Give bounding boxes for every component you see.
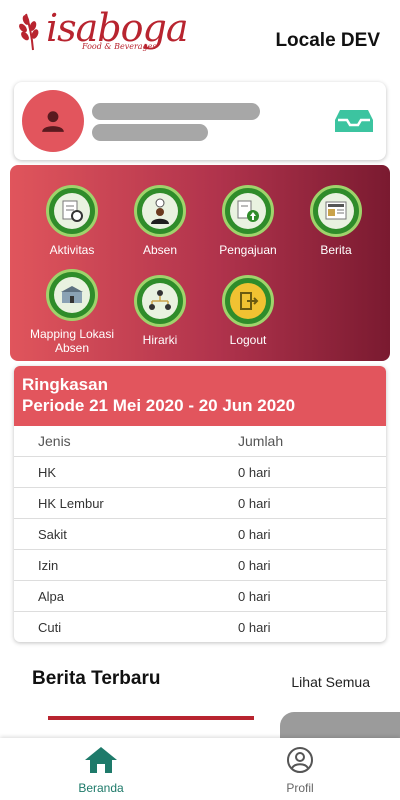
row-amount: 0 hari	[238, 620, 271, 635]
row-type: Sakit	[38, 526, 67, 542]
table-header: Jenis Jumlah	[14, 426, 386, 457]
app-title: Locale DEV	[275, 30, 380, 51]
summary-header: Ringkasan Periode 21 Mei 2020 - 20 Jun 2…	[14, 366, 386, 426]
menu-panel: Aktivitas Absen Pengajuan Berita Mapping…	[10, 165, 390, 361]
nav-label-beranda: Beranda	[78, 781, 124, 795]
menu-label: Mapping Lokasi Absen	[29, 327, 115, 355]
menu-item-absen[interactable]: Absen	[116, 185, 204, 257]
row-type: Cuti	[38, 620, 62, 635]
row-type: Alpa	[38, 588, 65, 604]
row-type: Izin	[38, 557, 59, 573]
wheat-icon	[19, 13, 39, 51]
table-row: Cuti 0 hari	[14, 612, 386, 642]
row-amount: 0 hari	[238, 526, 271, 542]
news-card-banner	[48, 716, 254, 720]
person-clock-icon	[142, 193, 178, 229]
clipboard-timer-icon	[54, 193, 90, 229]
user-icon	[42, 111, 64, 132]
row-amount: 0 hari	[238, 464, 271, 480]
logo-subtitle: Food & Beverages	[82, 42, 157, 51]
table-row: Sakit 0 hari	[14, 519, 386, 550]
row-amount: 0 hari	[238, 588, 271, 604]
menu-item-hirarki[interactable]: Hirarki	[116, 275, 204, 347]
summary-card: Ringkasan Periode 21 Mei 2020 - 20 Jun 2…	[14, 366, 386, 642]
menu-label: Berita	[320, 243, 352, 257]
document-upload-icon	[230, 193, 266, 229]
building-map-icon	[54, 277, 90, 313]
menu-item-logout[interactable]: Logout	[204, 275, 292, 347]
column-header-jumlah: Jumlah	[238, 433, 284, 449]
column-header-jenis: Jenis	[38, 433, 71, 449]
summary-title: Ringkasan	[22, 375, 108, 394]
inbox-icon[interactable]	[334, 108, 374, 134]
row-type: HK Lembur	[38, 495, 104, 511]
home-icon	[85, 747, 117, 773]
menu-label: Aktivitas	[49, 243, 95, 257]
table-row: HK Lembur 0 hari	[14, 488, 386, 519]
avatar[interactable]	[22, 90, 84, 152]
table-row: Izin 0 hari	[14, 550, 386, 581]
nav-profil[interactable]: Profil	[245, 746, 355, 795]
app-header: isaboga Food & Beverages Locale DEV	[0, 0, 400, 78]
summary-period: Periode 21 Mei 2020 - 20 Jun 2020	[22, 396, 296, 415]
menu-label: Logout	[229, 333, 267, 347]
logout-icon	[230, 283, 266, 319]
user-name-placeholder	[92, 103, 260, 120]
menu-item-aktivitas[interactable]: Aktivitas	[28, 185, 116, 257]
menu-item-mapping-lokasi-absen[interactable]: Mapping Lokasi Absen	[28, 269, 116, 355]
profile-card[interactable]	[14, 82, 386, 160]
user-role-placeholder	[92, 124, 208, 141]
table-row: Alpa 0 hari	[14, 581, 386, 612]
bottom-navigation: Beranda Profil	[0, 738, 400, 800]
menu-item-berita[interactable]: Berita	[292, 185, 380, 257]
brand-logo: isaboga Food & Beverages	[16, 6, 188, 58]
nav-label-profil: Profil	[286, 781, 314, 795]
menu-item-pengajuan[interactable]: Pengajuan	[204, 185, 292, 257]
newspaper-icon	[318, 193, 354, 229]
see-all-link[interactable]: Lihat Semua	[291, 674, 370, 690]
menu-label: Hirarki	[142, 333, 178, 347]
news-section-title: Berita Terbaru	[32, 668, 161, 689]
menu-label: Pengajuan	[219, 243, 277, 257]
menu-label: Absen	[142, 243, 178, 257]
table-row: HK 0 hari	[14, 457, 386, 488]
row-amount: 0 hari	[238, 495, 271, 511]
profile-icon	[287, 747, 313, 773]
nav-beranda[interactable]: Beranda	[46, 746, 156, 795]
row-type: HK	[38, 464, 57, 480]
row-amount: 0 hari	[238, 557, 271, 573]
org-chart-icon	[142, 283, 178, 319]
